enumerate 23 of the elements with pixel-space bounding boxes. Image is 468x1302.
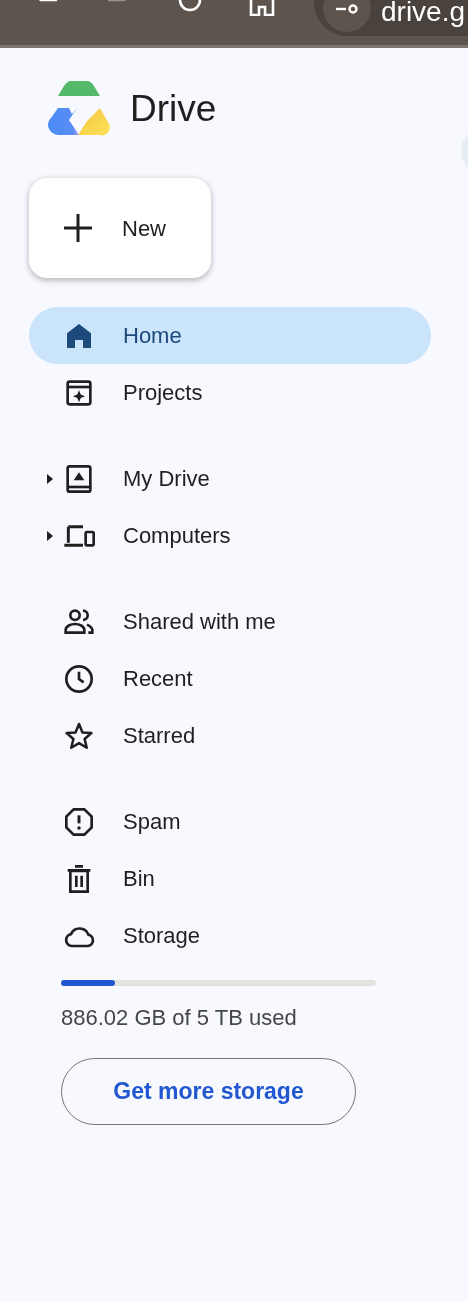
expand-caret-icon[interactable] (47, 530, 53, 541)
home-icon[interactable] (249, 0, 275, 16)
nav-item[interactable]: Shared with me (29, 593, 431, 650)
nav-item[interactable]: Computers (29, 507, 431, 564)
new-button[interactable]: New (29, 178, 211, 278)
storage-usage-text: 886.02 GB of 5 TB used (61, 1007, 298, 1029)
nav-item[interactable]: Home (29, 307, 431, 364)
app-title: Drive (130, 89, 217, 127)
nav-item[interactable]: Bin (29, 850, 431, 907)
address-bar[interactable]: drive.g (314, 0, 468, 36)
drive-logo-icon (47, 79, 111, 137)
nav-item[interactable]: Spam (29, 793, 431, 850)
clock-icon (63, 662, 95, 695)
nav-item[interactable]: Recent (29, 650, 431, 707)
url-text: drive.g (381, 0, 466, 26)
expand-caret-icon[interactable] (47, 473, 53, 484)
plus-icon (62, 212, 94, 244)
warning-octagon-icon (63, 805, 95, 838)
nav-item[interactable]: Storage (29, 907, 431, 964)
nav-item[interactable]: Starred (29, 707, 431, 764)
nav-item[interactable]: My Drive (29, 450, 431, 507)
drive-icon (63, 462, 95, 495)
nav-item[interactable]: Projects (29, 364, 431, 421)
